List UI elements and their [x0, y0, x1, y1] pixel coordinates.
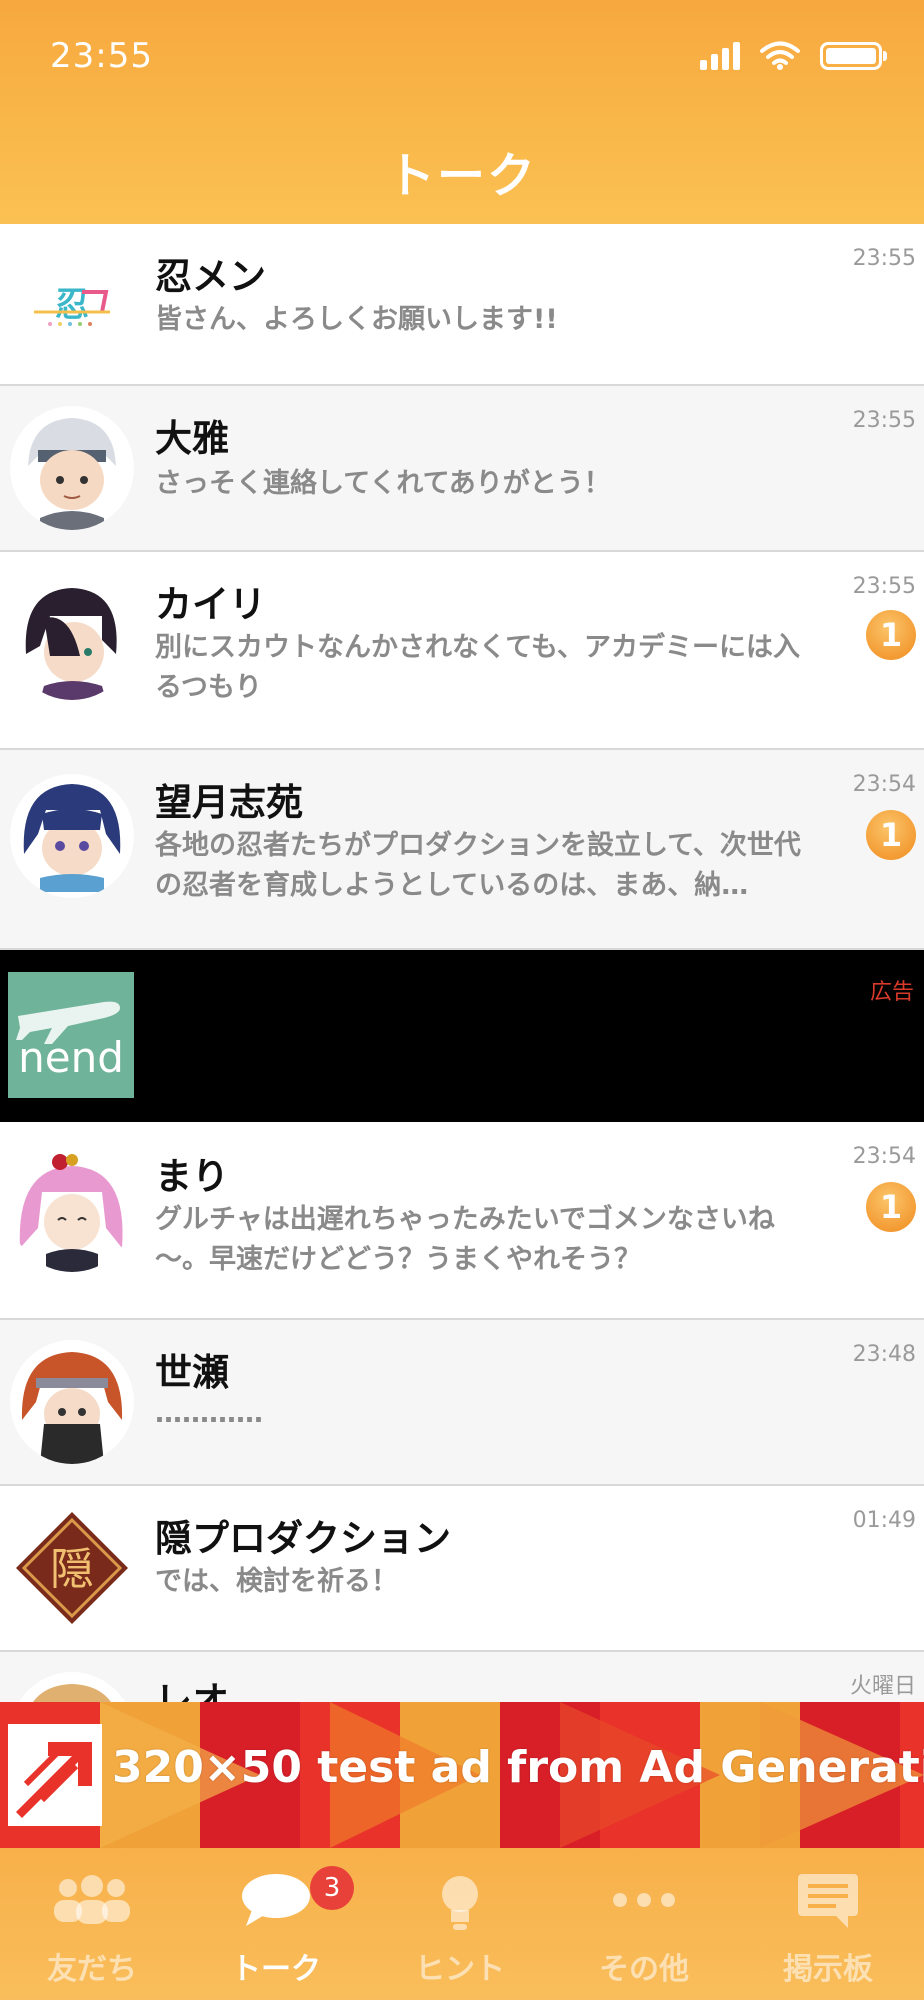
talk-row-mari[interactable]: まり グルチャは出遅れちゃったみたいでゴメンなさいね～。早速だけどどう？うまくや…: [0, 1122, 924, 1320]
tab-other[interactable]: その他: [552, 1848, 736, 2000]
unread-badge: 1: [866, 610, 916, 660]
talk-name: 世瀬: [155, 1351, 229, 1394]
signal-icon: [700, 40, 742, 70]
board-icon: [798, 1874, 858, 1928]
shinmen-logo-avatar: 忍: [10, 242, 134, 366]
talk-bubble-icon: [242, 1874, 310, 1926]
talk-tab-badge: 3: [310, 1866, 354, 1910]
seze-avatar: [10, 1340, 134, 1464]
talk-row-kakure-production[interactable]: 隠 隠プロダクション では、検討を祈る！ 01:49: [0, 1486, 924, 1652]
kairi-avatar: [10, 576, 134, 700]
talk-row-shinmen[interactable]: 忍 忍メン 皆さん、よろしくお願いします!! 23:55: [0, 224, 924, 386]
wifi-icon: [760, 41, 800, 70]
talk-row-taiga[interactable]: 大雅 さっそく連絡してくれてありがとう！ 23:55: [0, 386, 924, 552]
unread-badge: 1: [866, 810, 916, 860]
kakure-emblem-avatar: 隠: [10, 1506, 134, 1630]
tab-label: ヒント: [415, 1952, 505, 1987]
tab-label: その他: [599, 1952, 689, 1987]
app-header: 23:55 トーク: [0, 0, 924, 224]
talk-name: 忍メン: [155, 255, 266, 298]
talk-message: グルチャは出遅れちゃったみたいでゴメンなさいね～。早速だけどどう？うまくやれそう…: [155, 1204, 775, 1275]
talk-time: 23:55: [852, 408, 916, 433]
more-dots-icon: [613, 1893, 675, 1907]
tab-friends[interactable]: 友だち: [0, 1848, 184, 2000]
nend-logo-text: nend: [18, 1033, 124, 1082]
status-time: 23:55: [50, 36, 153, 76]
talk-name: 隠プロダクション: [155, 1517, 451, 1560]
nend-logo: nend: [8, 972, 134, 1098]
mochizuki-avatar: [10, 774, 134, 898]
tab-bar: 友だち トーク ヒント その他 掲示板: [0, 1848, 924, 2000]
talk-name: 望月志苑: [155, 781, 303, 824]
talk-time: 23:55: [852, 574, 916, 599]
tab-label: 掲示板: [783, 1952, 873, 1987]
tab-label: トーク: [231, 1952, 321, 1987]
talk-time: 23:54: [852, 772, 916, 797]
banner-ad[interactable]: 320×50 test ad from Ad Generation: [0, 1702, 924, 1848]
ad-label: 広告: [869, 980, 914, 1005]
talk-time: 23:54: [852, 1144, 916, 1169]
talk-name: 大雅: [155, 417, 229, 460]
talk-time: 01:49: [852, 1508, 916, 1533]
battery-icon: [820, 42, 887, 70]
talk-message: では、検討を祈る！: [155, 1566, 398, 1597]
talk-message: 各地の忍者たちがプロダクションを設立して、次世代の忍者を育成しようとしているのは…: [155, 830, 801, 901]
talk-time: 23:48: [852, 1342, 916, 1367]
talk-name: まり: [155, 1155, 229, 1198]
page-title: トーク: [386, 148, 537, 204]
tab-label: 友だち: [47, 1952, 137, 1987]
svg-text:隠: 隠: [50, 1544, 94, 1595]
lightbulb-icon: [442, 1876, 478, 1930]
talk-time: 火曜日: [849, 1674, 916, 1699]
talk-message: …………: [155, 1398, 263, 1429]
native-ad-row[interactable]: nend 広告: [0, 950, 924, 1122]
mari-avatar: [10, 1148, 134, 1272]
talk-message: 皆さん、よろしくお願いします!!: [155, 304, 558, 335]
ad-arrow-icon: [8, 1724, 102, 1826]
talk-row-seze[interactable]: 世瀬 ………… 23:48: [0, 1320, 924, 1486]
talk-row-mochizuki[interactable]: 望月志苑 各地の忍者たちがプロダクションを設立して、次世代の忍者を育成しようとし…: [0, 750, 924, 950]
talk-row-kairi[interactable]: カイリ 別にスカウトなんかされなくても、アカデミーには入るつもり 23:55 1: [0, 552, 924, 750]
tab-board[interactable]: 掲示板: [736, 1848, 920, 2000]
talk-message: 別にスカウトなんかされなくても、アカデミーには入るつもり: [155, 632, 801, 703]
taiga-avatar: [10, 406, 134, 530]
tab-hint[interactable]: ヒント: [368, 1848, 552, 2000]
unread-badge: 1: [866, 1182, 916, 1232]
talk-message: さっそく連絡してくれてありがとう！: [155, 468, 611, 499]
friends-icon: [54, 1875, 130, 1924]
banner-ad-text: 320×50 test ad from Ad Generation: [112, 1742, 924, 1793]
talk-time: 23:55: [852, 246, 916, 271]
talk-name: カイリ: [155, 583, 266, 626]
